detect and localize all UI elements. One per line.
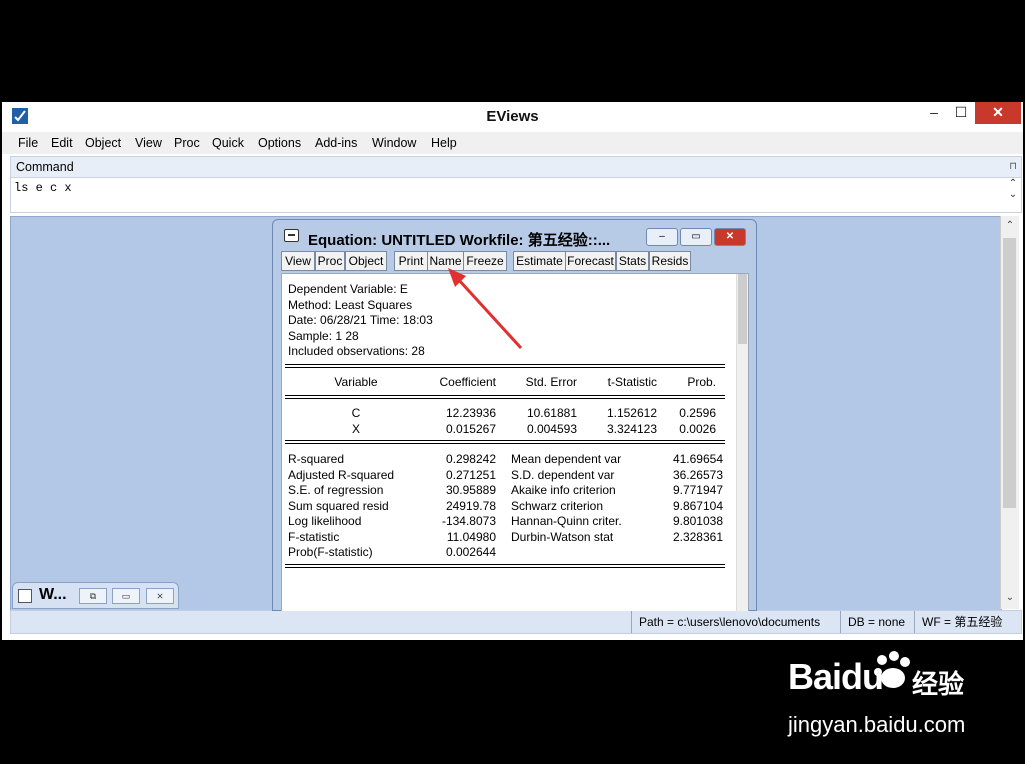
watermark-cn: 经验 <box>912 669 965 699</box>
baidu-jingyan-watermark: Baidu 经验 jingyan.baidu.com <box>788 650 1008 750</box>
watermark-brand: Baidu <box>788 656 884 697</box>
baidu-paw-icon <box>874 651 910 688</box>
watermark-url: jingyan.baidu.com <box>788 712 966 737</box>
